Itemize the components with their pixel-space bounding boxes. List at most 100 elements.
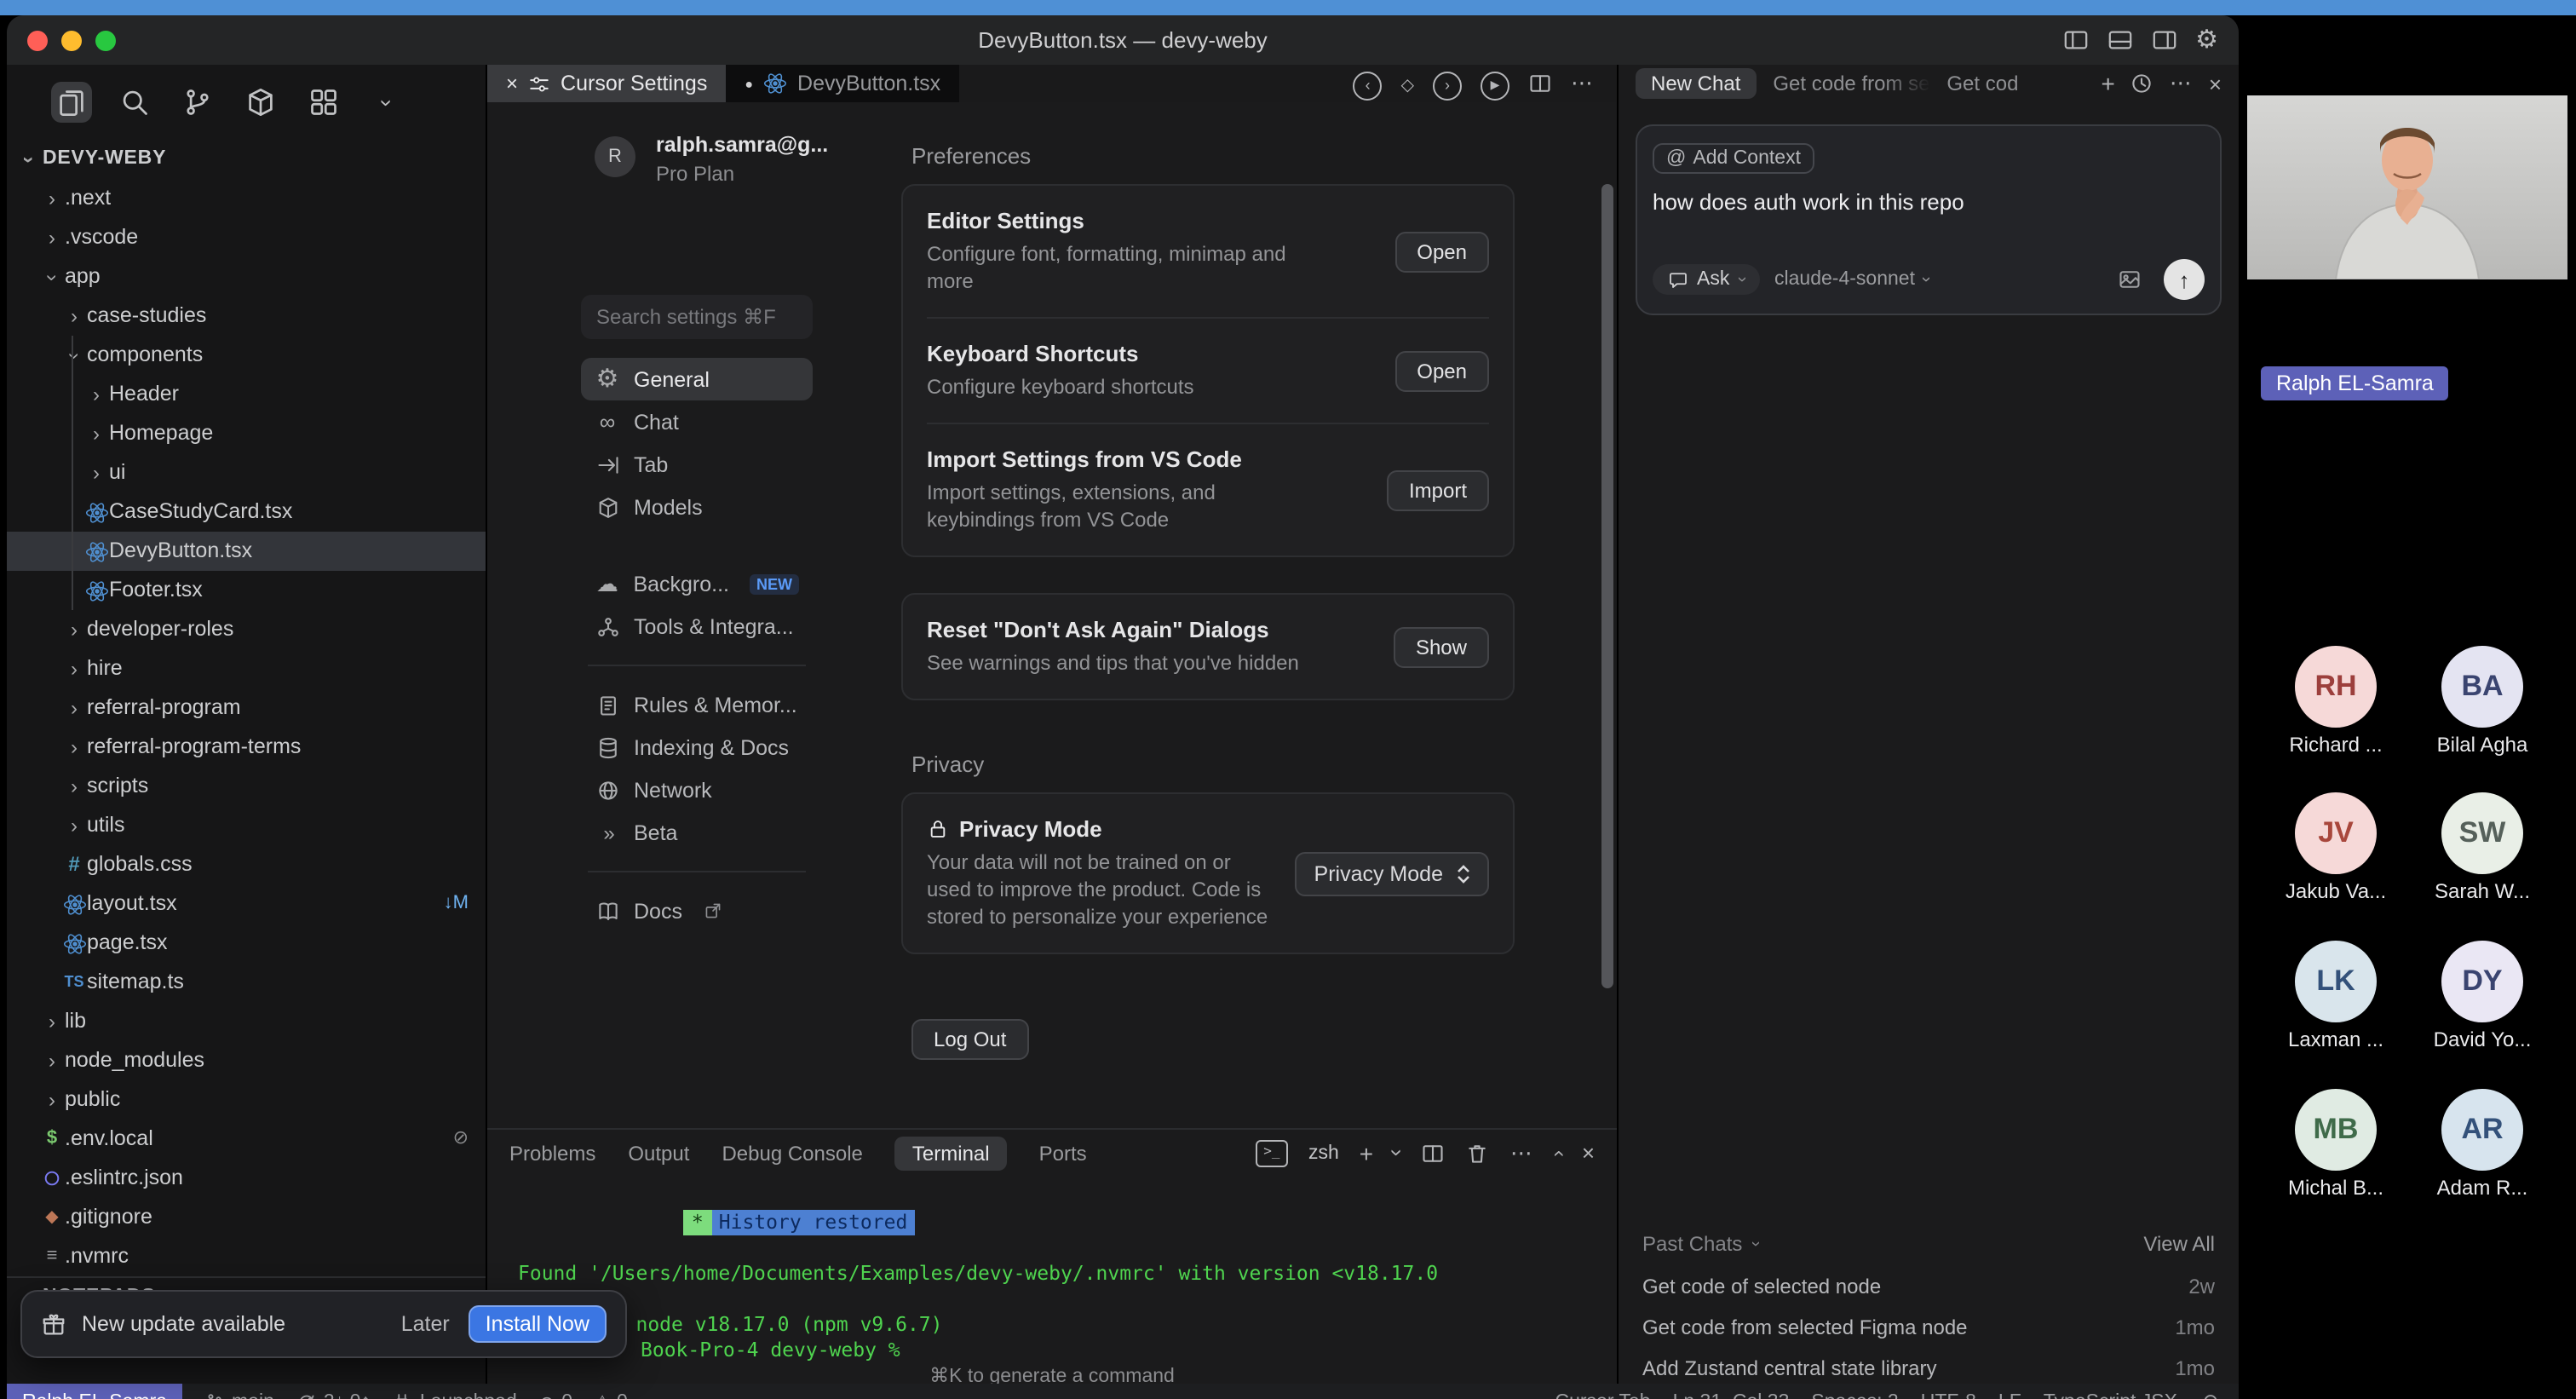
plus-icon[interactable]: + <box>2101 70 2114 97</box>
layout-grid-icon[interactable] <box>303 82 344 123</box>
status-cursor-tab[interactable]: Cursor Tab <box>1555 1392 1650 1399</box>
settings-nav-rules-memor-[interactable]: Rules & Memor... <box>581 683 813 726</box>
open-button[interactable]: Open <box>1394 231 1489 272</box>
panel-tab-output[interactable]: Output <box>628 1141 689 1165</box>
tree-item[interactable]: ›scripts <box>7 767 486 806</box>
status-user-badge[interactable]: Ralph EL-Samra <box>7 1384 182 1399</box>
tree-item[interactable]: TSsitemap.ts <box>7 963 486 1002</box>
tree-item[interactable]: ›ui <box>7 453 486 492</box>
tree-item[interactable]: ◆.gitignore <box>7 1198 486 1237</box>
more-icon[interactable]: ⋯ <box>2170 70 2194 97</box>
tree-item[interactable]: .eslintrc.json <box>7 1159 486 1198</box>
nav-back-icon[interactable]: ‹ <box>1354 67 1383 100</box>
panel-tab-ports[interactable]: Ports <box>1039 1141 1087 1165</box>
diamond-icon[interactable]: ◇ <box>1401 68 1414 99</box>
add-context-button[interactable]: @ Add Context <box>1653 143 1814 174</box>
history-icon[interactable] <box>2130 72 2154 95</box>
tree-item[interactable]: ›components <box>7 336 486 375</box>
import-button[interactable]: Import <box>1387 469 1489 510</box>
chat-mode-select[interactable]: Ask › <box>1653 264 1759 295</box>
settings-nav-network[interactable]: Network <box>581 769 813 811</box>
chevron-down-icon[interactable]: › <box>1394 1141 1401 1165</box>
panel-tab-problems[interactable]: Problems <box>509 1141 595 1165</box>
logout-button[interactable]: Log Out <box>911 1019 1028 1060</box>
view-all-link[interactable]: View All <box>2143 1232 2215 1256</box>
panel-right-icon[interactable] <box>2151 27 2176 53</box>
show-button[interactable]: Show <box>1394 626 1489 667</box>
past-chat-item[interactable]: Get code from selected Figma node1mo <box>1642 1307 2215 1348</box>
status-main[interactable]: main <box>204 1392 274 1399</box>
tree-item[interactable]: Footer.tsx <box>7 571 486 610</box>
terminal[interactable]: *History restored Found '/Users/home/Doc… <box>487 1176 1617 1399</box>
chat-composer[interactable]: @ Add Context how does auth work in this… <box>1636 124 2222 315</box>
trash-icon[interactable] <box>1466 1141 1490 1165</box>
settings-nav-beta[interactable]: »Beta <box>581 811 813 854</box>
later-button[interactable]: Later <box>401 1312 450 1336</box>
attach-image-icon[interactable] <box>2118 268 2142 291</box>
status-0[interactable]: ⊗0 <box>539 1391 572 1399</box>
scrollbar[interactable] <box>1601 184 1613 988</box>
chevron-up-icon[interactable]: › <box>1555 1141 1561 1165</box>
panel-left-icon[interactable] <box>2062 27 2088 53</box>
tree-item[interactable]: ›developer-roles <box>7 610 486 649</box>
tree-item[interactable]: CaseStudyCard.tsx <box>7 492 486 532</box>
split-editor-icon[interactable] <box>1528 72 1552 95</box>
close-icon[interactable]: × <box>2209 71 2222 96</box>
chat-input[interactable]: how does auth work in this repo <box>1653 189 2205 215</box>
tree-item[interactable]: ›case-studies <box>7 296 486 336</box>
past-chat-item[interactable]: Get code of selected node2w <box>1642 1266 2215 1307</box>
settings-nav-docs[interactable]: Docs <box>581 889 813 932</box>
status-spaces-2[interactable]: Spaces: 2 <box>1811 1392 1898 1399</box>
install-now-button[interactable]: Install Now <box>469 1305 607 1343</box>
settings-nav-backgro-[interactable]: ☁Backgro...NEW <box>581 562 813 605</box>
editor-tab[interactable]: ×Cursor Settings <box>487 65 726 102</box>
more-icon[interactable]: ⋯ <box>1510 1139 1534 1166</box>
settings-nav-models[interactable]: Models <box>581 486 813 528</box>
status-launchpad[interactable]: Launchpad <box>393 1392 517 1399</box>
settings-nav-general[interactable]: ⚙General <box>581 358 813 400</box>
settings-nav-indexing-docs[interactable]: Indexing & Docs <box>581 726 813 769</box>
tree-item[interactable]: ›referral-program-terms <box>7 728 486 767</box>
panel-tab-terminal[interactable]: Terminal <box>895 1136 1007 1170</box>
tree-item[interactable]: ›.vscode <box>7 218 486 257</box>
tree-item[interactable]: ›.next <box>7 179 486 218</box>
settings-search-input[interactable]: Search settings ⌘F <box>581 295 813 339</box>
editor-tab[interactable]: ●DevyButton.tsx <box>726 65 959 102</box>
settings-nav-tools-integra-[interactable]: Tools & Integra... <box>581 605 813 648</box>
settings-nav-chat[interactable]: ∞Chat <box>581 400 813 443</box>
status-lf[interactable]: LF <box>1998 1392 2021 1399</box>
tree-item[interactable]: ›referral-program <box>7 688 486 728</box>
status-ln-31-col-33[interactable]: Ln 31, Col 33 <box>1673 1392 1790 1399</box>
extensions-icon[interactable] <box>240 82 281 123</box>
past-chats-heading[interactable]: Past Chats <box>1642 1232 1742 1256</box>
tree-item[interactable]: ›lib <box>7 1002 486 1041</box>
tree-item[interactable]: ›Header <box>7 375 486 414</box>
panel-bottom-icon[interactable] <box>2107 27 2132 53</box>
settings-nav-tab[interactable]: Tab <box>581 443 813 486</box>
chat-tab[interactable]: Get cod <box>1946 72 2018 95</box>
status-0[interactable]: ⚠0 <box>595 1392 628 1399</box>
tree-item[interactable]: $.env.local⊘ <box>7 1120 486 1159</box>
tree-item[interactable]: layout.tsx↓M <box>7 884 486 924</box>
tree-item[interactable]: ›node_modules <box>7 1041 486 1080</box>
chevron-down-icon[interactable]: › <box>366 82 407 123</box>
tree-item[interactable]: ≡.nvmrc <box>7 1237 486 1276</box>
more-icon[interactable]: ⋯ <box>1571 68 1595 99</box>
split-editor-icon[interactable] <box>1422 1141 1446 1165</box>
close-icon[interactable]: × <box>506 72 518 95</box>
gear-icon[interactable]: ⚙ <box>2195 25 2218 55</box>
status-typescript-jsx[interactable]: TypeScript JSX <box>2044 1392 2177 1399</box>
nav-forward-icon[interactable]: › <box>1433 67 1462 100</box>
source-control-icon[interactable] <box>177 82 218 123</box>
model-select[interactable]: claude-4-sonnet › <box>1774 269 1928 290</box>
send-button[interactable]: ↑ <box>2164 259 2205 300</box>
tree-item[interactable]: ›utils <box>7 806 486 845</box>
tree-item[interactable]: DevyButton.tsx <box>7 532 486 571</box>
tree-item[interactable]: #globals.css <box>7 845 486 884</box>
explorer-root[interactable]: › DEVY-WEBY <box>7 140 486 179</box>
panel-tab-debug-console[interactable]: Debug Console <box>722 1141 862 1165</box>
tree-item[interactable]: ›public <box>7 1080 486 1120</box>
chat-tab[interactable]: Get code from sele <box>1773 72 1929 95</box>
open-button[interactable]: Open <box>1394 350 1489 391</box>
status-utf-8[interactable]: UTF-8 <box>1921 1392 1976 1399</box>
